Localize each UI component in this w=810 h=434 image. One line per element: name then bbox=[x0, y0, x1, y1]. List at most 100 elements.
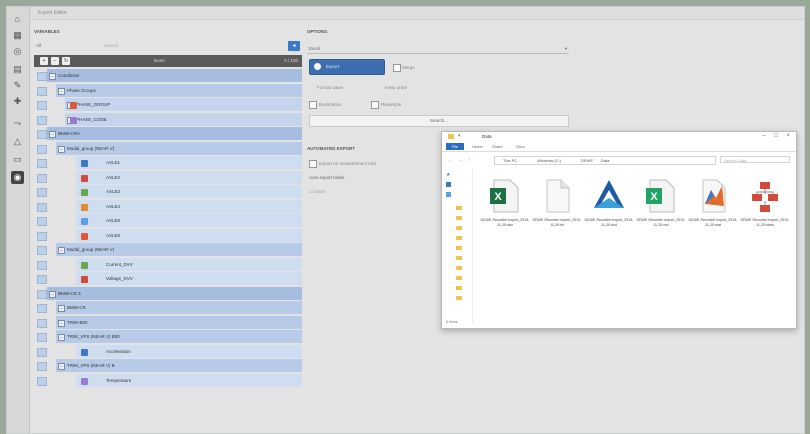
row-checkbox[interactable] bbox=[37, 72, 47, 81]
row-checkbox[interactable] bbox=[37, 246, 47, 255]
file-item[interactable]: DEWE-Recorder export_2019-11-29.tdms bbox=[740, 178, 790, 248]
tree-row[interactable]: − Modal_group (NEAR V) bbox=[34, 243, 302, 256]
resample-checkbox[interactable] bbox=[371, 101, 379, 109]
decimation-checkbox[interactable] bbox=[309, 101, 317, 109]
collapse-icon[interactable]: − bbox=[58, 334, 65, 341]
maximize-icon[interactable]: □ bbox=[774, 133, 778, 139]
keep-order-option[interactable]: Keep order bbox=[385, 85, 407, 90]
folder-icon[interactable] bbox=[456, 236, 462, 240]
tab-file[interactable]: File bbox=[446, 143, 464, 150]
tree-row[interactable]: AXLE4 bbox=[34, 199, 302, 213]
row-checkbox[interactable] bbox=[37, 217, 47, 226]
explorer-search-input[interactable]: Search Data bbox=[720, 156, 790, 163]
forward-icon[interactable]: → bbox=[458, 157, 463, 163]
onedrive-icon[interactable] bbox=[446, 192, 451, 197]
row-checkbox[interactable] bbox=[37, 304, 47, 313]
breadcrumb-this-pc[interactable]: This PC bbox=[503, 158, 517, 163]
signal-icon[interactable]: ◎ bbox=[11, 45, 24, 58]
breadcrumb-data[interactable]: Data bbox=[601, 158, 609, 163]
folder-icon[interactable] bbox=[456, 206, 462, 210]
channel-color-swatch[interactable] bbox=[81, 276, 88, 283]
file-item[interactable]: X DEWE-Recorder export_2019-11-29.xlsx bbox=[480, 178, 530, 248]
folder-icon[interactable] bbox=[456, 276, 462, 280]
circle-icon[interactable]: ◉ bbox=[11, 171, 24, 184]
pin-icon[interactable]: ✚ bbox=[11, 95, 24, 108]
search-input[interactable]: Search bbox=[104, 43, 118, 48]
tree-row[interactable]: AXLE1 bbox=[34, 156, 302, 169]
home-icon[interactable]: ⌂ bbox=[11, 13, 24, 26]
tree-row[interactable]: Temperature bbox=[34, 373, 302, 387]
file-item[interactable]: DEWE-Recorder export_2019-11-29.mat bbox=[688, 178, 738, 248]
grid-icon[interactable]: ▦ bbox=[11, 29, 24, 42]
tree-row[interactable]: −PHASE_GROUP bbox=[34, 98, 302, 111]
collapse-icon[interactable]: − bbox=[58, 87, 65, 95]
row-checkbox[interactable] bbox=[37, 159, 47, 168]
row-checkbox[interactable] bbox=[37, 260, 47, 270]
collapse-icon[interactable]: − bbox=[58, 305, 65, 312]
folder-icon[interactable] bbox=[456, 266, 462, 270]
row-checkbox[interactable] bbox=[37, 130, 47, 139]
star-icon[interactable]: ★ bbox=[446, 172, 450, 178]
tree-row[interactable]: Voltage_DVV bbox=[34, 272, 302, 285]
row-checkbox[interactable] bbox=[37, 173, 47, 183]
collapse-icon[interactable]: − bbox=[58, 247, 65, 254]
go-button[interactable]: ◂ bbox=[288, 41, 300, 51]
merge-checkbox[interactable] bbox=[393, 64, 401, 72]
tree-row[interactable]: AXLE5 bbox=[34, 214, 302, 227]
auto-export-checkbox[interactable] bbox=[309, 160, 317, 168]
folder-icon[interactable] bbox=[456, 216, 462, 220]
tree-row[interactable]: − Conditions bbox=[34, 69, 302, 82]
search-button[interactable]: Search... bbox=[309, 115, 569, 127]
channel-color-swatch[interactable] bbox=[81, 189, 88, 196]
folder-icon[interactable] bbox=[456, 256, 462, 260]
folder-icon[interactable] bbox=[456, 226, 462, 230]
tree-row[interactable]: −PHASE_CODE bbox=[34, 112, 302, 126]
row-checkbox[interactable] bbox=[37, 115, 47, 125]
export-toggle-button[interactable]: Export bbox=[309, 59, 385, 75]
format-dropdown[interactable]: Excel ▾ bbox=[307, 45, 569, 54]
row-checkbox[interactable] bbox=[37, 362, 47, 371]
row-checkbox[interactable] bbox=[37, 333, 47, 342]
channel-color-swatch[interactable] bbox=[81, 348, 88, 356]
row-checkbox[interactable] bbox=[37, 275, 47, 284]
folder-icon[interactable] bbox=[456, 246, 462, 250]
quick-access-icon[interactable]: ▾ bbox=[458, 133, 461, 139]
up-icon[interactable]: ↑ bbox=[468, 157, 471, 163]
collapse-icon[interactable]: − bbox=[49, 290, 56, 298]
tree-row[interactable]: AXLE3 bbox=[34, 185, 302, 198]
tab-view[interactable]: View bbox=[516, 144, 525, 149]
collapse-icon[interactable]: − bbox=[58, 319, 65, 327]
car-icon[interactable]: ▭ bbox=[11, 153, 24, 166]
tree-row[interactable]: − Phase Groups bbox=[34, 83, 302, 97]
row-checkbox[interactable] bbox=[37, 231, 47, 241]
file-item[interactable]: DEWE-Recorder export_2019-11-29.txt bbox=[532, 178, 582, 248]
file-item[interactable]: X DEWE-Recorder export_2019-11-29.csv bbox=[636, 178, 686, 248]
folder-icon[interactable] bbox=[456, 296, 462, 300]
filter-dropdown[interactable]: All bbox=[36, 43, 41, 48]
tree-row[interactable]: AXLE6 bbox=[34, 228, 302, 242]
brush-icon[interactable]: ✎ bbox=[11, 79, 24, 92]
expand-button[interactable]: + bbox=[40, 57, 48, 65]
tree-row[interactable]: − BMW-CR bbox=[34, 301, 302, 314]
back-icon[interactable]: ← bbox=[448, 157, 453, 163]
tree-row[interactable]: − TRIM_VPS (NEAR V) B bbox=[34, 359, 302, 372]
channel-color-swatch[interactable] bbox=[70, 102, 77, 109]
collapse-icon[interactable]: − bbox=[49, 73, 56, 80]
close-icon[interactable]: × bbox=[786, 133, 790, 139]
refresh-button[interactable]: ↻ bbox=[62, 57, 70, 65]
chart-icon[interactable]: ▤ bbox=[11, 63, 24, 76]
row-checkbox[interactable] bbox=[37, 376, 47, 386]
collapse-button[interactable]: − bbox=[51, 57, 59, 65]
row-checkbox[interactable] bbox=[37, 202, 47, 212]
tree-row[interactable]: − TRIM_VPS (NEAR V) B00 bbox=[34, 330, 302, 343]
tab-home[interactable]: Home bbox=[472, 144, 483, 149]
channel-color-swatch[interactable] bbox=[81, 232, 88, 240]
tree-row[interactable]: − TRIM-B00 bbox=[34, 315, 302, 329]
tree-row[interactable]: − Modal_group (NEAR V) bbox=[34, 141, 302, 155]
row-checkbox[interactable] bbox=[37, 289, 47, 299]
format-wave-option[interactable]: Format wave bbox=[317, 85, 343, 90]
trend-icon[interactable]: ⤳ bbox=[11, 117, 24, 130]
breadcrumb-windows-c[interactable]: Windows (C:) bbox=[537, 158, 561, 163]
row-checkbox[interactable] bbox=[37, 101, 47, 110]
row-checkbox[interactable] bbox=[37, 86, 47, 96]
